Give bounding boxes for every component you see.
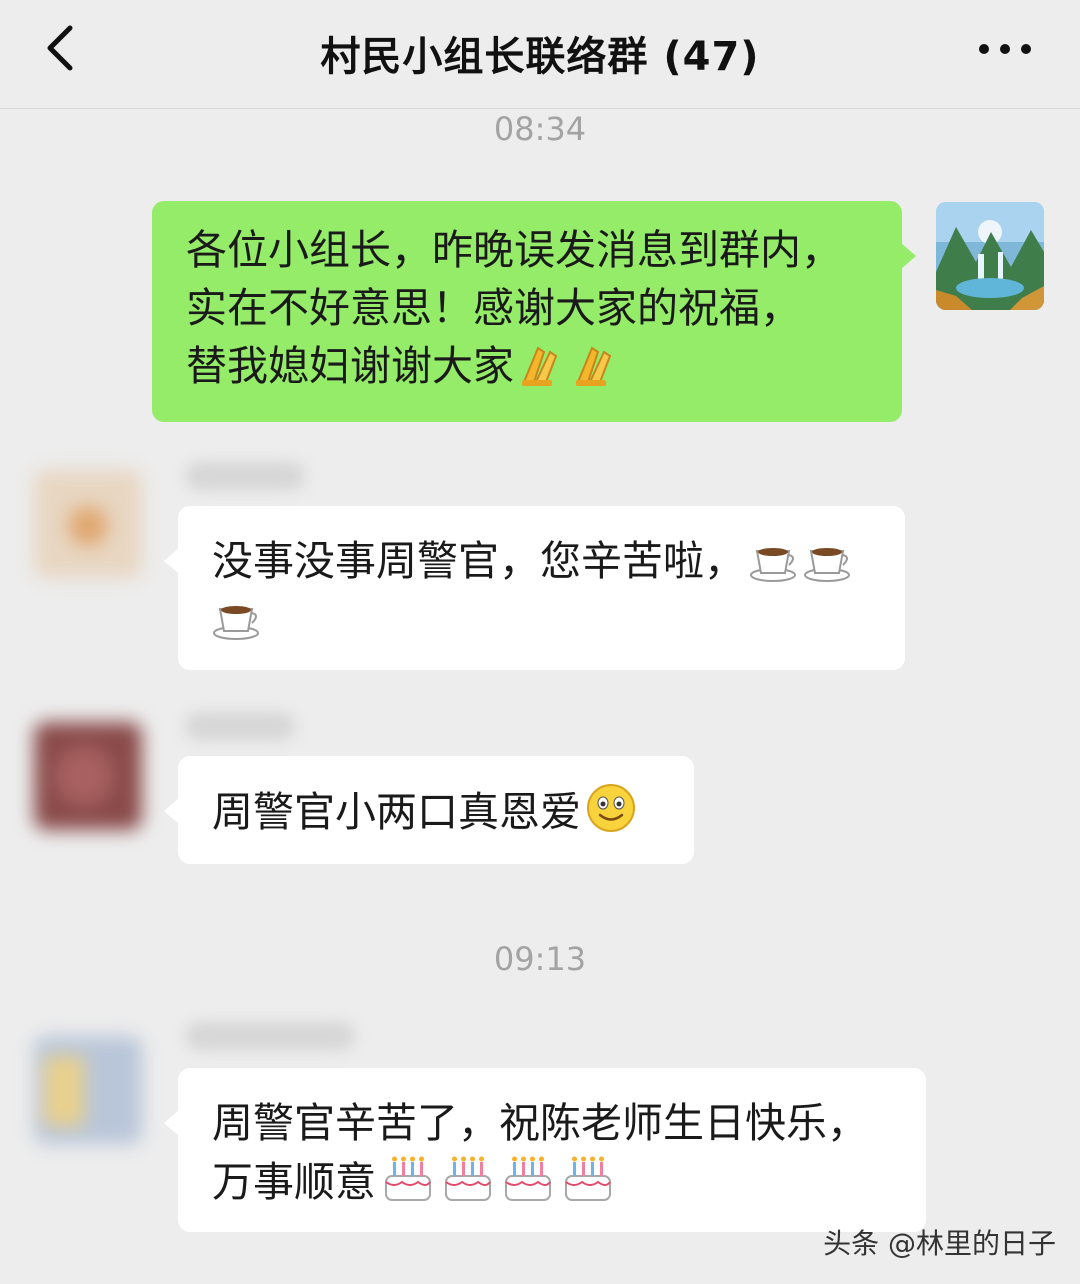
message-bubble[interactable]: 周警官辛苦了，祝陈老师生日快乐， 万事顺意 [164,1068,926,1232]
message-bubble[interactable]: 周警官小两口真恩爱 [164,756,694,864]
chat-title: 村民小组长联络群 (47) [320,34,760,80]
more-dots-icon [979,44,1031,54]
birthday-cake-icon [565,1156,611,1201]
birthday-cake-icon [385,1156,431,1201]
watermark: 头条 @林里的日子 [823,1227,1056,1260]
sender-name-blurred [185,462,305,490]
message-text-line [212,590,871,648]
message-bubble[interactable]: 没事没事周警官，您辛苦啦， [164,506,905,670]
message-text-line: 没事没事周警官，您辛苦啦， [212,532,871,590]
coffee-cup-icon [213,606,259,640]
sender-name-blurred [185,712,295,740]
more-button[interactable] [970,24,1040,74]
timestamp: 08:34 [493,110,587,148]
coffee-cup-icon [750,548,796,582]
message-text: 各位小组长，昨晚误发消息到群内， [186,226,842,274]
message-text: 实在不好意思！感谢大家的祝福， [186,284,801,332]
message-text-last-line: 万事顺意 [212,1152,892,1211]
message-text-line: 周警官小两口真恩爱 [212,782,660,841]
folded-hands-icon [576,346,612,386]
chat-header: 村民小组长联络群 (47) [0,0,1080,109]
message-bubble-own[interactable]: 各位小组长，昨晚误发消息到群内， 实在不好意思！感谢大家的祝福， 替我媳妇谢谢大… [152,201,916,422]
birthday-cake-icon [445,1156,491,1201]
message-text: 周警官辛苦了，祝陈老师生日快乐， [212,1099,868,1147]
birthday-cake-icon [505,1156,551,1201]
sender-avatar[interactable] [34,470,142,578]
smiley-face-icon [587,784,635,832]
sender-avatar[interactable] [34,1036,142,1144]
timestamp: 09:13 [493,940,587,978]
coffee-cup-icon [804,548,850,582]
message-text-last-line: 替我媳妇谢谢大家 [186,337,868,395]
folded-hands-icon [522,346,558,386]
own-avatar[interactable] [936,202,1044,310]
landscape-avatar-image [936,202,1044,310]
sender-avatar[interactable] [34,722,142,830]
sender-name-blurred [185,1022,355,1050]
